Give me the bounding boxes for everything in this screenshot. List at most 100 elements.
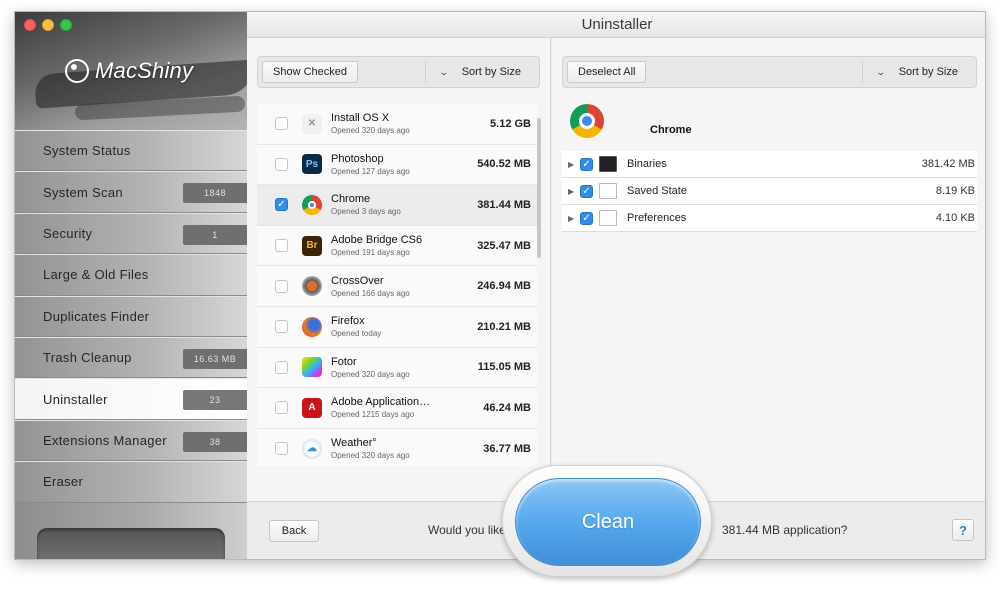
install-osx-icon: ✕ (302, 113, 322, 134)
sidebar-item-extensions-manager[interactable]: Extensions Manager 38 (15, 419, 247, 462)
app-name: Adobe Bridge CS6 (331, 234, 423, 247)
count-badge: 1848 (183, 183, 247, 204)
component-checkbox[interactable]: ✓ (580, 184, 593, 198)
list-item[interactable]: A Adobe Application… Opened 1215 days ago… (257, 388, 537, 429)
sidebar-item-system-scan[interactable]: System Scan 1848 (15, 171, 247, 213)
list-item[interactable]: Firefox Opened today 210.21 MB (257, 306, 537, 348)
photoshop-icon: Ps (302, 154, 322, 175)
chrome-icon (302, 194, 322, 215)
sidebar-item-label: Security (43, 225, 93, 241)
component-size: 381.42 MB (921, 158, 975, 170)
app-name: Weather° (331, 437, 377, 450)
app-size: 115.05 MB (477, 361, 531, 374)
list-item[interactable]: CrossOver Opened 166 days ago 246.94 MB (257, 266, 537, 307)
zoom-window-button[interactable] (60, 19, 72, 31)
app-last-opened: Opened today (331, 329, 382, 339)
app-checkbox[interactable] (275, 401, 288, 415)
app-list-toolbar: Show Checked ⌄ Sort by Size (257, 56, 540, 88)
app-list: ✕ Install OS X Opened 320 days ago 5.12 G… (257, 104, 537, 466)
list-item[interactable]: Fotor Opened 320 days ago 115.05 MB (257, 347, 537, 389)
app-list-pane: Show Checked ⌄ Sort by Size ✕ Install OS… (247, 38, 551, 501)
app-checkbox[interactable] (275, 360, 288, 374)
sidebar-item-label: Large & Old Files (43, 267, 149, 283)
app-size: 325.47 MB (477, 239, 531, 252)
minimize-window-button[interactable] (42, 19, 54, 31)
app-size: 210.21 MB (477, 320, 531, 333)
list-item[interactable]: ✕ Install OS X Opened 320 days ago 5.12 G… (257, 104, 537, 145)
show-checked-button[interactable]: Show Checked (262, 61, 358, 83)
sidebar: MacShiny System Status System Scan 1848 … (15, 12, 247, 559)
app-name: Chrome (331, 193, 371, 206)
sidebar-item-eraser[interactable]: Eraser (15, 461, 247, 503)
component-label: Preferences (627, 212, 687, 224)
app-size: 246.94 MB (477, 280, 531, 293)
component-label: Saved State (627, 185, 687, 197)
chrome-icon (570, 104, 604, 138)
close-window-button[interactable] (24, 19, 36, 31)
clean-prompt-suffix: 381.44 MB application? (722, 523, 848, 537)
app-checkbox[interactable]: ✓ (275, 198, 288, 212)
app-size: 36.77 MB (483, 442, 531, 455)
document-icon (599, 210, 617, 226)
count-badge: 38 (183, 431, 247, 452)
decorative-stand (37, 528, 225, 559)
component-size: 8.19 KB (935, 185, 975, 197)
sort-label: Sort by Size (898, 66, 958, 78)
sidebar-item-label: Duplicates Finder (43, 308, 150, 324)
app-size: 540.52 MB (477, 158, 531, 171)
chevron-down-icon: ⌄ (439, 66, 449, 77)
clean-button-ring: Clean (502, 465, 712, 577)
app-checkbox[interactable] (275, 320, 288, 334)
app-name: Install OS X (331, 112, 390, 125)
app-last-opened: Opened 191 days ago (331, 248, 410, 258)
list-item[interactable]: ▶ ✓ Saved State 8.19 KB (562, 178, 977, 205)
sidebar-item-trash-cleanup[interactable]: Trash Cleanup 16.63 MB (15, 336, 247, 379)
app-last-opened: Opened 320 days ago (331, 369, 410, 379)
app-checkbox[interactable] (275, 117, 288, 131)
sidebar-item-uninstaller[interactable]: Uninstaller 23 (15, 378, 247, 420)
app-last-opened: Opened 3 days ago (331, 207, 401, 217)
list-item[interactable]: ✓ Chrome Opened 3 days ago 381.44 MB (257, 185, 537, 226)
app-name: CrossOver (331, 274, 384, 287)
app-details-pane: Deselect All ⌄ Sort by Size Chrome ▶ ✓ B… (552, 38, 985, 501)
app-name: Adobe Application… (331, 396, 431, 409)
sidebar-item-large-old-files[interactable]: Large & Old Files (15, 254, 247, 296)
app-checkbox[interactable] (275, 442, 288, 456)
list-item[interactable]: Ps Photoshop Opened 127 days ago 540.52 M… (257, 144, 537, 186)
list-item[interactable]: ☁ Weather° Opened 320 days ago 36.77 MB (257, 428, 537, 466)
document-icon (599, 183, 617, 199)
app-size: 5.12 GB (490, 117, 531, 130)
logo: MacShiny (65, 58, 193, 84)
brand-name: MacShiny (95, 58, 194, 83)
details-toolbar: Deselect All ⌄ Sort by Size (562, 56, 977, 88)
app-checkbox[interactable] (275, 157, 288, 171)
deselect-all-button[interactable]: Deselect All (567, 61, 647, 83)
disclosure-triangle-icon[interactable]: ▶ (568, 214, 576, 223)
list-item[interactable]: ▶ ✓ Binaries 381.42 MB (562, 151, 977, 178)
selected-app-name: Chrome (650, 124, 692, 136)
app-name: Fotor (331, 355, 357, 368)
app-checkbox[interactable] (275, 279, 288, 293)
list-item[interactable]: ▶ ✓ Preferences 4.10 KB (562, 205, 977, 232)
sidebar-item-security[interactable]: Security 1 (15, 212, 247, 255)
app-list-scrollbar[interactable] (537, 118, 541, 258)
sort-dropdown[interactable]: ⌄ Sort by Size (863, 66, 976, 78)
disclosure-triangle-icon[interactable]: ▶ (568, 187, 576, 196)
help-button[interactable]: ? (952, 519, 974, 541)
list-item[interactable]: Br Adobe Bridge CS6 Opened 191 days ago 3… (257, 225, 537, 267)
crossover-icon (302, 276, 322, 297)
app-checkbox[interactable] (275, 239, 288, 253)
back-button[interactable]: Back (269, 520, 319, 542)
sort-dropdown[interactable]: ⌄ Sort by Size (426, 66, 539, 78)
component-checkbox[interactable]: ✓ (580, 157, 593, 171)
clean-button[interactable]: Clean (515, 478, 701, 566)
component-checkbox[interactable]: ✓ (580, 211, 593, 225)
count-badge: 1 (183, 224, 247, 245)
app-name: Firefox (331, 315, 365, 328)
firefox-icon (302, 316, 322, 337)
window-title: Uninstaller (247, 12, 985, 38)
sidebar-item-system-status[interactable]: System Status (15, 130, 247, 172)
disclosure-triangle-icon[interactable]: ▶ (568, 160, 576, 169)
component-list: ▶ ✓ Binaries 381.42 MB ▶ ✓ Saved State 8… (562, 151, 977, 232)
sidebar-item-duplicates-finder[interactable]: Duplicates Finder (15, 295, 247, 337)
